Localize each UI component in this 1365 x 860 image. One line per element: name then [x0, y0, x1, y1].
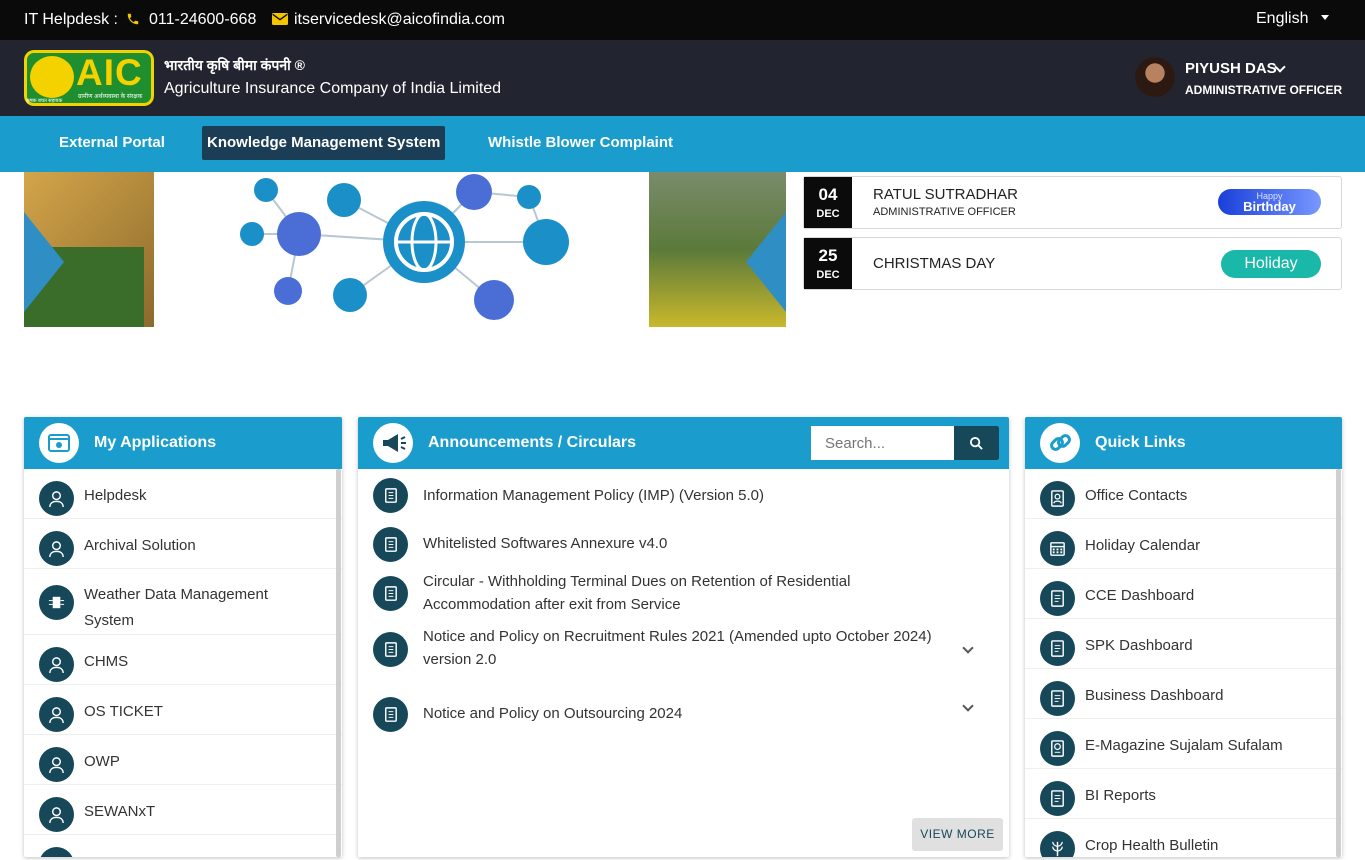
search-input[interactable]: [811, 426, 954, 460]
quick-link-bi-reports[interactable]: BI Reports: [1025, 769, 1342, 819]
document-icon: [373, 697, 408, 732]
nav-external-portal[interactable]: External Portal: [54, 126, 170, 160]
user-role: ADMINISTRATIVE OFFICER: [1185, 83, 1343, 97]
events-list: 04 DEC RATUL SUTRADHAR ADMINISTRATIVE OF…: [803, 176, 1342, 298]
chevron-down-icon[interactable]: [962, 642, 974, 654]
user-headset-icon: [39, 847, 74, 857]
user-avatar[interactable]: [1135, 57, 1175, 97]
org-name-english: Agriculture Insurance Company of India L…: [164, 80, 502, 97]
megaphone-icon: [373, 423, 413, 463]
announcement-item[interactable]: Circular - Withholding Terminal Dues on …: [358, 565, 1009, 621]
user-headset-icon: [39, 481, 74, 516]
nav-knowledge-management-system[interactable]: Knowledge Management System: [202, 126, 446, 160]
site-header: AIC ग्रामीण अर्थव्यवस्था के संरक्षक कृषक…: [0, 40, 1365, 116]
scrollbar[interactable]: [336, 469, 341, 857]
user-headset-icon: [39, 697, 74, 732]
hero-banner: [24, 172, 786, 327]
chip-icon: [39, 585, 74, 620]
checklist-icon: [1040, 681, 1075, 716]
app-item-weather-data-management[interactable]: Weather Data Management System: [24, 569, 342, 635]
app-item-helpdesk[interactable]: Helpdesk: [24, 469, 342, 519]
holiday-badge: Holiday: [1221, 250, 1321, 278]
user-headset-icon: [39, 647, 74, 682]
app-item-owp[interactable]: OWP: [24, 735, 342, 785]
scrollbar[interactable]: [1336, 469, 1341, 857]
app-item-partial[interactable]: [24, 835, 342, 857]
checklist-icon: [1040, 581, 1075, 616]
event-date: 25 DEC: [804, 238, 852, 289]
quick-link-cce-dashboard[interactable]: CCE Dashboard: [1025, 569, 1342, 619]
language-selector[interactable]: English: [1256, 10, 1308, 28]
org-name-hindi: भारतीय कृषि बीमा कंपनी ®: [164, 57, 305, 73]
quick-link-spk-dashboard[interactable]: SPK Dashboard: [1025, 619, 1342, 669]
top-bar: IT Helpdesk : 011-24600-668 itservicedes…: [0, 0, 1365, 40]
user-headset-icon: [39, 747, 74, 782]
document-icon: [373, 632, 408, 667]
nav-whistle-blower-complaint[interactable]: Whistle Blower Complaint: [483, 126, 678, 160]
app-item-os-ticket[interactable]: OS TICKET: [24, 685, 342, 735]
announcement-search: [811, 426, 999, 460]
mail-icon: [272, 13, 288, 25]
quick-link-business-dashboard[interactable]: Business Dashboard: [1025, 669, 1342, 719]
user-headset-icon: [39, 797, 74, 832]
magazine-icon: [1040, 731, 1075, 766]
event-role: ADMINISTRATIVE OFFICER: [873, 206, 1016, 218]
announcements-panel: Announcements / Circulars Information Ma…: [358, 417, 1009, 857]
user-name[interactable]: PIYUSH DAS: [1185, 60, 1277, 77]
chevron-down-icon[interactable]: [962, 700, 974, 712]
announcement-item[interactable]: Information Management Policy (IMP) (Ver…: [358, 469, 1009, 517]
contacts-icon: [1040, 481, 1075, 516]
quick-link-crop-health-bulletin[interactable]: Crop Health Bulletin: [1025, 819, 1342, 857]
document-icon: [373, 576, 408, 611]
announcement-item[interactable]: Notice and Policy on Outsourcing 2024: [358, 679, 1009, 737]
document-icon: [373, 527, 408, 562]
crop-icon: [1040, 831, 1075, 857]
user-headset-icon: [39, 531, 74, 566]
app-item-archival-solution[interactable]: Archival Solution: [24, 519, 342, 569]
phone-icon: [127, 13, 139, 25]
app-item-chms[interactable]: CHMS: [24, 635, 342, 685]
helpdesk-email[interactable]: itservicedesk@aicofindia.com: [294, 11, 505, 29]
my-applications-panel: My Applications Helpdesk Archival Soluti…: [24, 417, 342, 857]
helpdesk-label: IT Helpdesk :: [24, 11, 118, 28]
view-more-button[interactable]: VIEW MORE: [912, 818, 1003, 851]
announcement-item[interactable]: Notice and Policy on Recruitment Rules 2…: [358, 621, 1009, 679]
panel-title: Quick Links: [1095, 434, 1186, 451]
applications-icon: [39, 423, 79, 463]
event-date: 04 DEC: [804, 177, 852, 228]
network-illustration: [240, 174, 569, 320]
document-icon: [373, 478, 408, 513]
checklist-icon: [1040, 781, 1075, 816]
panel-title: Announcements / Circulars: [428, 434, 637, 451]
birthday-badge: Happy Birthday: [1218, 189, 1321, 215]
event-name: RATUL SUTRADHAR: [873, 186, 1019, 203]
caret-down-icon[interactable]: [1321, 15, 1329, 20]
search-button[interactable]: [954, 426, 999, 460]
search-icon: [969, 436, 983, 450]
aic-logo[interactable]: AIC ग्रामीण अर्थव्यवस्था के संरक्षक कृषक…: [24, 50, 154, 106]
app-item-sewanxt[interactable]: SEWANxT: [24, 785, 342, 835]
quick-link-e-magazine[interactable]: E-Magazine Sujalam Sufalam: [1025, 719, 1342, 769]
quick-link-holiday-calendar[interactable]: Holiday Calendar: [1025, 519, 1342, 569]
event-name: CHRISTMAS DAY: [873, 255, 996, 272]
checklist-icon: [1040, 631, 1075, 666]
link-icon: [1040, 423, 1080, 463]
helpdesk-phone[interactable]: 011-24600-668: [149, 11, 256, 29]
quick-links-panel: Quick Links Office Contacts Holiday Cale…: [1025, 417, 1342, 857]
calendar-icon: [1040, 531, 1075, 566]
event-card: 25 DEC CHRISTMAS DAY Holiday: [803, 237, 1342, 290]
quick-link-office-contacts[interactable]: Office Contacts: [1025, 469, 1342, 519]
panel-title: My Applications: [94, 434, 217, 451]
wheat-emblem-icon: [30, 56, 74, 98]
event-card: 04 DEC RATUL SUTRADHAR ADMINISTRATIVE OF…: [803, 176, 1342, 229]
announcement-item[interactable]: Whitelisted Softwares Annexure v4.0: [358, 517, 1009, 565]
main-nav: External Portal Knowledge Management Sys…: [0, 116, 1365, 172]
